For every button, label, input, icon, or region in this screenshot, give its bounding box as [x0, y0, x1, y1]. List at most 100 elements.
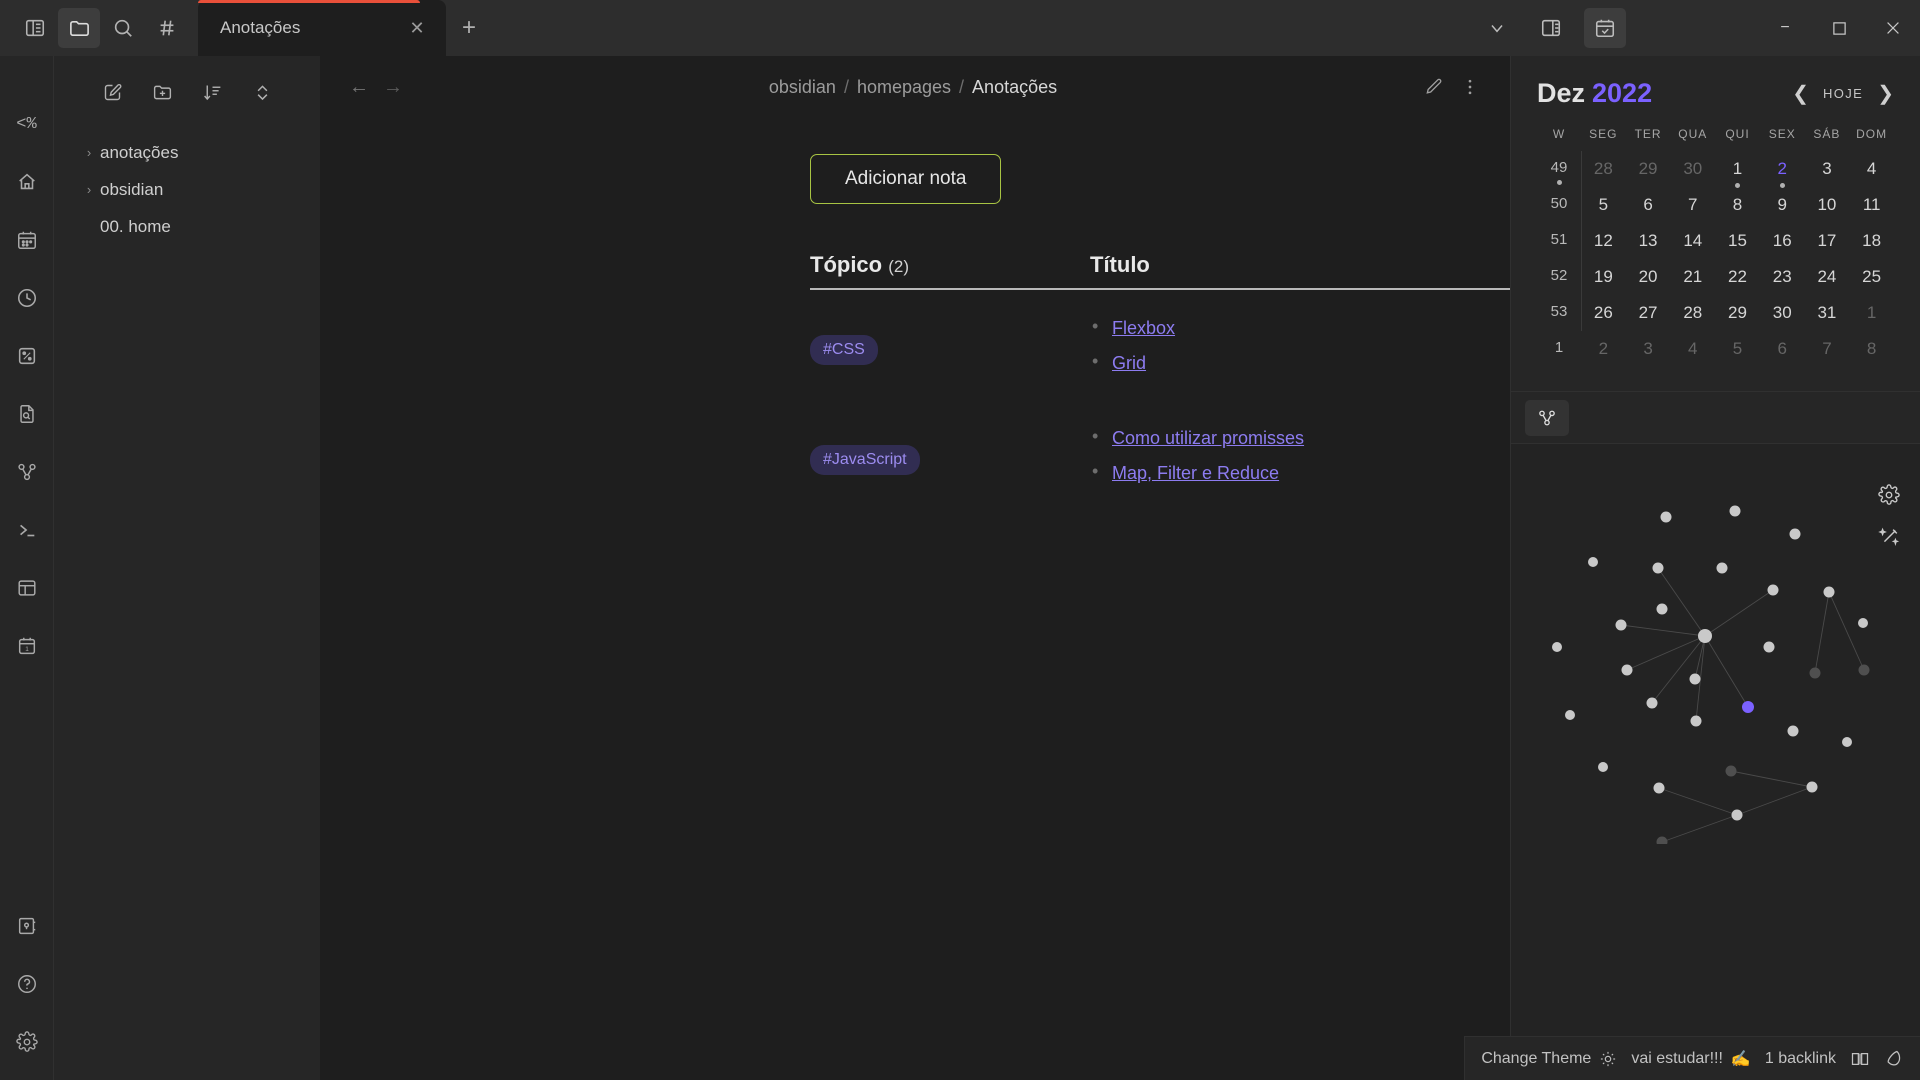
calendar-day-icon[interactable]: 1 — [7, 626, 47, 666]
breadcrumb-part-1[interactable]: homepages — [857, 77, 951, 98]
graph-icon[interactable] — [7, 452, 47, 492]
calendar-day[interactable]: 19 — [1581, 259, 1626, 295]
terminal-icon[interactable] — [7, 510, 47, 550]
calendar-day[interactable]: 20 — [1626, 259, 1671, 295]
ink-icon[interactable] — [1884, 1049, 1904, 1069]
graph-node[interactable] — [1661, 512, 1672, 523]
new-note-icon[interactable] — [95, 76, 129, 108]
prev-month-icon[interactable]: ❮ — [1792, 81, 1809, 106]
graph-node[interactable] — [1622, 665, 1633, 676]
book-icon[interactable] — [1850, 1049, 1870, 1069]
calendar-day[interactable]: 26 — [1581, 295, 1626, 331]
calendar-day[interactable]: 3 — [1805, 151, 1850, 187]
new-folder-icon[interactable] — [145, 76, 179, 108]
calendar-day[interactable]: 22 — [1715, 259, 1760, 295]
today-button[interactable]: HOJE — [1823, 86, 1863, 101]
dice-icon[interactable] — [7, 336, 47, 376]
toggle-right-sidebar-icon[interactable] — [1530, 8, 1572, 48]
note-link[interactable]: Grid — [1112, 353, 1146, 373]
nav-back-button[interactable]: ← — [342, 70, 376, 104]
calendar-day[interactable]: 23 — [1760, 259, 1805, 295]
calendar-check-icon[interactable] — [1584, 8, 1626, 48]
new-tab-button[interactable]: + — [446, 0, 492, 56]
calendar-day[interactable]: 14 — [1670, 223, 1715, 259]
home-icon[interactable] — [7, 162, 47, 202]
chevron-right-icon[interactable]: › — [78, 145, 100, 160]
search-icon[interactable] — [102, 8, 144, 48]
calendar-day[interactable]: 13 — [1626, 223, 1671, 259]
graph-node[interactable] — [1598, 762, 1608, 772]
graph-node[interactable] — [1842, 737, 1852, 747]
folder-icon[interactable] — [58, 8, 100, 48]
change-theme-button[interactable]: Change Theme — [1481, 1050, 1617, 1068]
graph-node[interactable] — [1690, 674, 1701, 685]
graph-node[interactable] — [1691, 716, 1702, 727]
week-number[interactable]: 49 — [1537, 151, 1581, 184]
gear-icon[interactable] — [7, 1022, 47, 1062]
graph-node[interactable] — [1647, 698, 1658, 709]
note-link[interactable]: Map, Filter e Reduce — [1112, 463, 1279, 483]
maximize-button[interactable] — [1812, 0, 1866, 56]
tag-icon[interactable] — [146, 8, 188, 48]
week-number[interactable]: 53 — [1537, 295, 1581, 328]
graph-canvas[interactable] — [1511, 444, 1920, 1080]
week-number[interactable]: 51 — [1537, 223, 1581, 256]
calendar-day[interactable]: 17 — [1805, 223, 1850, 259]
tag-badge[interactable]: #CSS — [810, 335, 878, 365]
graph-node[interactable] — [1768, 585, 1779, 596]
graph-node[interactable] — [1552, 642, 1562, 652]
calendar-day[interactable]: 31 — [1805, 295, 1850, 331]
graph-node[interactable] — [1859, 665, 1870, 676]
calendar-day[interactable]: 9 — [1760, 187, 1805, 223]
calendar-day[interactable]: 27 — [1626, 295, 1671, 331]
sort-icon[interactable] — [195, 76, 229, 108]
calendar-day[interactable]: 30 — [1760, 295, 1805, 331]
help-icon[interactable] — [7, 964, 47, 1004]
status-note-label[interactable]: vai estudar!!! ✍️ — [1631, 1049, 1751, 1069]
calendar-day[interactable]: 12 — [1581, 223, 1626, 259]
tree-item-00-home[interactable]: 00. home — [72, 208, 320, 245]
minimize-button[interactable]: − — [1758, 0, 1812, 56]
calendar-day[interactable]: 24 — [1805, 259, 1850, 295]
calendar-day[interactable]: 25 — [1849, 259, 1894, 295]
backlink-count[interactable]: 1 backlink — [1765, 1050, 1836, 1068]
close-icon[interactable]: ✕ — [402, 13, 432, 43]
calendar-day[interactable]: 28 — [1670, 295, 1715, 331]
graph-node[interactable] — [1742, 701, 1754, 713]
calendar-day[interactable]: 4 — [1670, 331, 1715, 367]
tag-badge[interactable]: #JavaScript — [810, 445, 920, 475]
graph-node[interactable] — [1565, 710, 1575, 720]
calendar-day[interactable]: 30 — [1670, 151, 1715, 187]
calendar-day[interactable]: 5 — [1715, 331, 1760, 367]
chevron-down-icon[interactable] — [1470, 4, 1524, 52]
graph-node[interactable] — [1653, 563, 1664, 574]
graph-node[interactable] — [1810, 668, 1821, 679]
calendar-day[interactable]: 7 — [1670, 187, 1715, 223]
toggle-left-sidebar-icon[interactable] — [14, 8, 56, 48]
close-window-button[interactable] — [1866, 0, 1920, 56]
calendar-day[interactable]: 1 — [1715, 151, 1760, 187]
vault-icon[interactable] — [7, 906, 47, 946]
graph-node[interactable] — [1698, 629, 1712, 643]
graph-node[interactable] — [1657, 604, 1668, 615]
graph-node[interactable] — [1824, 587, 1835, 598]
graph-node[interactable] — [1788, 726, 1799, 737]
calendar-day[interactable]: 2 — [1760, 151, 1805, 187]
graph-node[interactable] — [1807, 782, 1818, 793]
calendar-month[interactable]: Dez — [1537, 78, 1585, 108]
more-options-icon[interactable] — [1452, 70, 1488, 104]
calendar-year[interactable]: 2022 — [1592, 78, 1652, 108]
calendar-day[interactable]: 1 — [1849, 295, 1894, 331]
sun-icon[interactable] — [1599, 1050, 1617, 1068]
calendar-day[interactable]: 4 — [1849, 151, 1894, 187]
graph-node[interactable] — [1717, 563, 1728, 574]
tree-item-anotacoes[interactable]: › anotações — [72, 134, 320, 171]
note-link[interactable]: Flexbox — [1112, 318, 1175, 338]
breadcrumb-part-0[interactable]: obsidian — [769, 77, 836, 98]
calendar-day[interactable]: 29 — [1715, 295, 1760, 331]
graph-node[interactable] — [1732, 810, 1743, 821]
calendar-day[interactable]: 5 — [1581, 187, 1626, 223]
graph-node[interactable] — [1657, 837, 1668, 845]
calendar-day[interactable]: 18 — [1849, 223, 1894, 259]
tree-item-obsidian[interactable]: › obsidian — [72, 171, 320, 208]
